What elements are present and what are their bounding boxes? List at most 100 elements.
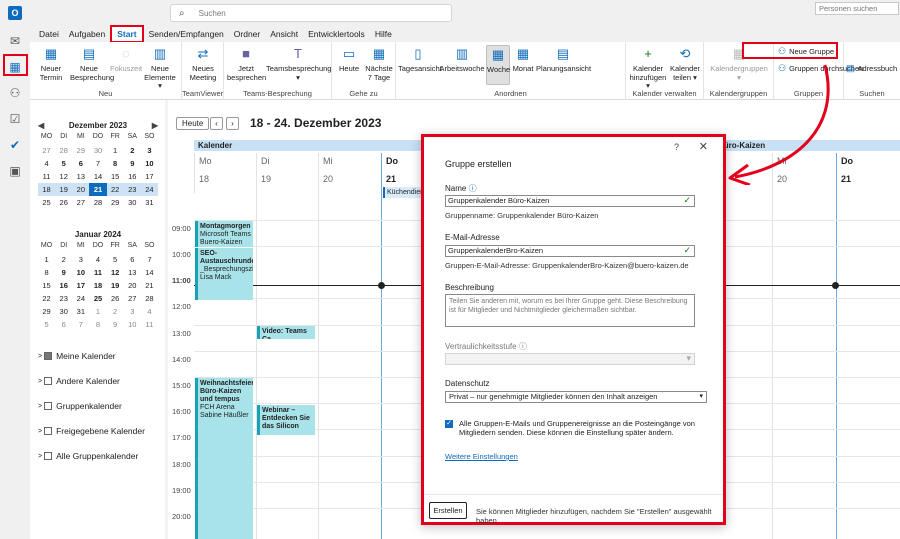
folder-checkbox[interactable]	[44, 427, 53, 435]
folder-checkbox[interactable]	[44, 377, 53, 385]
menu-start[interactable]: Start	[110, 25, 144, 43]
send-copies-checkbox-row[interactable]: ✓ Alle Gruppen-E-Mails und Gruppenereigni…	[445, 419, 707, 437]
mini-cal-day[interactable]: 23	[55, 292, 72, 305]
todo-icon[interactable]: ✔	[6, 136, 24, 154]
name-input[interactable]: Gruppenkalender Büro-Kaizen ✓	[445, 195, 695, 207]
add-calendar-button[interactable]: + Kalender hinzufügen ▾	[628, 45, 668, 91]
mini-cal-day[interactable]: 31	[141, 196, 158, 209]
mini-cal-day[interactable]: 9	[124, 157, 141, 170]
mini-cal-day[interactable]: 9	[55, 266, 72, 279]
mini-cal-day[interactable]: 6	[124, 253, 141, 266]
prev-month-icon[interactable]: ◀	[38, 121, 44, 130]
mini-cal-day[interactable]: 17	[72, 279, 89, 292]
mini-cal-day[interactable]: 7	[72, 318, 89, 331]
mini-cal-day[interactable]: 24	[140, 183, 158, 196]
mini-cal-day[interactable]: 8	[38, 266, 55, 279]
week-view-button[interactable]: ▦ Woche	[486, 45, 510, 85]
menu-aufgaben[interactable]: Aufgaben	[64, 27, 110, 41]
mini-cal-day[interactable]: 14	[89, 170, 106, 183]
mini-cal-day[interactable]: 6	[72, 157, 89, 170]
mini-cal-day[interactable]: 10	[124, 318, 141, 331]
folder-checkbox[interactable]	[44, 402, 53, 410]
event-webinar[interactable]: Webinar – Entdecken Sie das Silicon	[257, 405, 315, 435]
menu-senden-empfangen[interactable]: Senden/Empfangen	[144, 27, 229, 41]
help-icon[interactable]: ?	[674, 142, 679, 152]
menu-hilfe[interactable]: Hilfe	[370, 27, 397, 41]
mini-cal-day[interactable]: 21	[141, 279, 158, 292]
folder-alle-gruppenkalender[interactable]: > Alle Gruppenkalender	[38, 451, 138, 461]
more-settings-link[interactable]: Weitere Einstellungen	[445, 452, 518, 461]
mini-cal-day[interactable]: 3	[141, 144, 158, 157]
focus-time-button[interactable]: ◌ Fokuszeit	[110, 45, 142, 74]
mini-cal-day[interactable]: 28	[141, 292, 158, 305]
mini-cal-day[interactable]: 11	[38, 170, 55, 183]
day-header-right-mi[interactable]: Mi 20	[772, 153, 833, 193]
menu-entwicklertools[interactable]: Entwicklertools	[303, 27, 370, 41]
email-input[interactable]: GruppenkalenderBro-Kaizen ✓	[445, 245, 695, 257]
teams-meeting-button[interactable]: T Teamsbesprechung ▾	[266, 45, 331, 82]
mini-cal-day[interactable]: 23	[123, 183, 141, 196]
menu-datei[interactable]: Datei	[34, 27, 64, 41]
mini-cal-day[interactable]: 1	[38, 253, 55, 266]
mini-cal-day[interactable]: 29	[72, 144, 89, 157]
mini-cal-day[interactable]: 8	[107, 157, 124, 170]
meet-now-button[interactable]: ■ Jetzt besprechen	[227, 45, 266, 82]
tasks-icon[interactable]: ☑	[6, 110, 24, 128]
mini-cal-day[interactable]: 13	[124, 266, 141, 279]
mini-cal-day[interactable]: 29	[107, 196, 124, 209]
next-month-icon[interactable]: ▶	[152, 121, 158, 130]
folder-meine-kalender[interactable]: > Meine Kalender	[38, 351, 116, 361]
mini-cal-day[interactable]: 22	[38, 292, 55, 305]
new-items-button[interactable]: ▥ Neue Elemente ▾	[142, 45, 178, 91]
address-book-button[interactable]: ▤ Adressbuch	[846, 63, 897, 74]
mini-cal-day[interactable]: 15	[107, 170, 124, 183]
mini-cal-day[interactable]: 13	[72, 170, 89, 183]
goto-today-button[interactable]: ▭ Heute	[335, 45, 363, 74]
mini-cal-day[interactable]: 30	[124, 196, 141, 209]
mini-cal-day[interactable]: 19	[55, 183, 73, 196]
mini-cal-day[interactable]: 27	[72, 196, 89, 209]
day-view-button[interactable]: ▯ Tagesansicht	[398, 45, 442, 74]
mini-cal-day[interactable]: 10	[72, 266, 89, 279]
menu-ansicht[interactable]: Ansicht	[265, 27, 303, 41]
mini-cal-day[interactable]: 30	[89, 144, 106, 157]
event-seo-austausch[interactable]: SEO-Austauschrunde_BesprechungszimmerLis…	[195, 248, 253, 300]
people-search-input[interactable]: Personen suchen	[815, 2, 899, 15]
allday-event[interactable]: Küchendienst	[383, 187, 421, 198]
new-meeting-button[interactable]: ▤ Neue Besprechung	[70, 45, 114, 82]
day-header-mi[interactable]: Mi 20	[318, 153, 379, 193]
mini-cal-day[interactable]: 4	[38, 157, 55, 170]
mail-icon[interactable]: ✉	[6, 32, 24, 50]
mini-cal-day[interactable]: 29	[38, 305, 55, 318]
day-header-mo[interactable]: Mo 18	[194, 153, 255, 193]
checkbox-checked[interactable]: ✓	[445, 420, 453, 428]
description-textarea[interactable]: Teilen Sie anderen mit, worum es bei Ihr…	[445, 294, 695, 327]
event-weihnachtsfeier[interactable]: Weihnachtsfeier Büro-Kaizen und tempus FC…	[195, 378, 253, 539]
mini-cal-day[interactable]: 30	[55, 305, 72, 318]
mini-cal-day[interactable]: 1	[107, 144, 124, 157]
mini-cal-day[interactable]: 14	[141, 266, 158, 279]
info-icon[interactable]: ⓘ	[469, 184, 477, 193]
folder-checkbox[interactable]	[44, 352, 53, 360]
mini-cal-day[interactable]: 26	[107, 292, 124, 305]
mini-cal-day[interactable]: 2	[124, 144, 141, 157]
mini-cal-day[interactable]: 27	[38, 144, 55, 157]
mini-cal-day[interactable]: 27	[124, 292, 141, 305]
mini-cal-day[interactable]: 2	[55, 253, 72, 266]
mini-cal-day[interactable]: 5	[55, 157, 72, 170]
close-icon[interactable]: ✕	[699, 140, 708, 153]
mini-cal-day[interactable]: 1	[89, 305, 106, 318]
mini-cal-day[interactable]: 5	[107, 253, 124, 266]
mini-cal-day[interactable]: 22	[106, 183, 124, 196]
mini-cal-day[interactable]: 12	[107, 266, 124, 279]
mini-cal-day[interactable]: 11	[89, 266, 106, 279]
mini-cal-day[interactable]: 20	[72, 183, 90, 196]
mini-cal-day[interactable]: 8	[89, 318, 106, 331]
search-input[interactable]: ⌕ Suchen	[170, 4, 452, 22]
day-header-di[interactable]: Di 19	[256, 153, 317, 193]
mini-cal-day[interactable]: 16	[55, 279, 72, 292]
mini-cal-day[interactable]: 24	[72, 292, 89, 305]
mini-cal-day[interactable]: 19	[107, 279, 124, 292]
create-button[interactable]: Erstellen	[429, 502, 467, 519]
mini-cal-day[interactable]: 28	[55, 144, 72, 157]
